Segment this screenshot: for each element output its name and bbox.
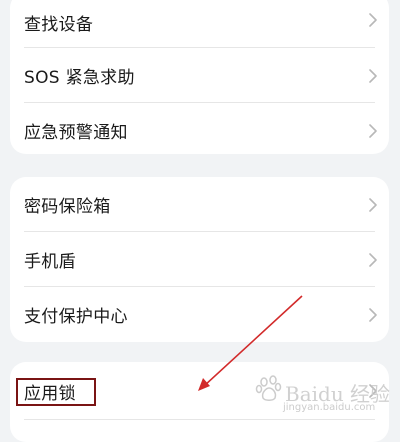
settings-item-label: 手机盾	[24, 252, 76, 272]
settings-item-find-device[interactable]: 查找设备	[10, 0, 389, 48]
settings-item-label: SOS 紧急求助	[24, 68, 135, 88]
settings-item-emergency-alert[interactable]: 应急预警通知	[10, 103, 389, 154]
chevron-right-icon	[369, 68, 377, 83]
highlight-box	[16, 378, 96, 406]
settings-item-label: 支付保护中心	[24, 307, 128, 327]
chevron-right-icon	[369, 123, 377, 138]
settings-item-password-vault[interactable]: 密码保险箱	[10, 177, 389, 232]
chevron-right-icon	[369, 252, 377, 267]
settings-item-sos[interactable]: SOS 紧急求助	[10, 48, 389, 103]
settings-item-label: 应急预警通知	[24, 123, 128, 143]
chevron-right-icon	[369, 307, 377, 322]
paw-logo-icon	[255, 375, 282, 401]
settings-group-device: 查找设备 SOS 紧急求助 应急预警通知	[10, 0, 389, 154]
settings-item-phone-shield[interactable]: 手机盾	[10, 232, 389, 287]
settings-group-security: 密码保险箱 手机盾 支付保护中心	[10, 177, 389, 342]
settings-item-payment-protection[interactable]: 支付保护中心	[10, 287, 389, 342]
watermark-url: jingyan.baidu.com	[283, 402, 376, 413]
chevron-right-icon	[369, 13, 377, 27]
settings-item-label: 查找设备	[24, 15, 94, 35]
chevron-right-icon	[369, 197, 377, 212]
settings-item-label: 密码保险箱	[24, 197, 111, 217]
baidu-watermark: Baidu 经验 jingyan.baidu.com	[255, 372, 390, 422]
